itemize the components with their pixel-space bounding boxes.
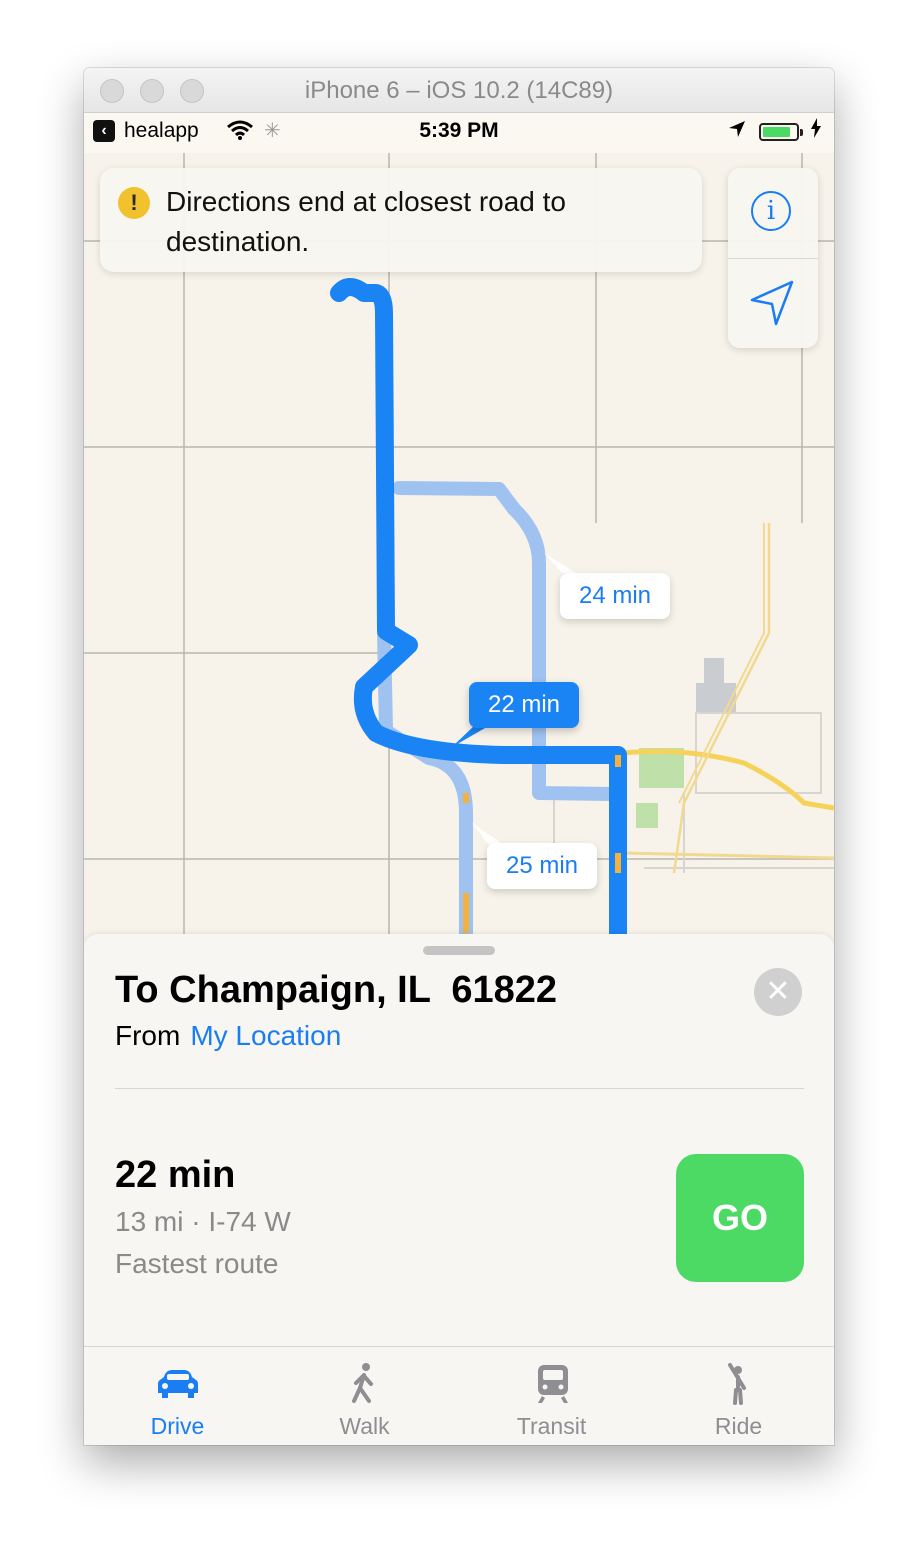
track-location-button[interactable] [728, 258, 818, 348]
sheet-grabber[interactable] [423, 946, 495, 955]
tab-walk-label: Walk [339, 1413, 390, 1439]
map-canvas [84, 153, 834, 1033]
location-arrow-icon [750, 280, 794, 326]
destination-title: To Champaign, IL 61822 [115, 969, 558, 1011]
route-callout-25min[interactable]: 25 min [487, 843, 597, 889]
tab-drive-label: Drive [150, 1413, 205, 1439]
route-callout-24min[interactable]: 24 min [560, 573, 670, 619]
simulator-window: iPhone 6 – iOS 10.2 (14C89) ‹ healapp ✳ … [84, 68, 834, 1445]
tab-transit-label: Transit [516, 1413, 587, 1439]
ride-hail-icon [645, 1359, 832, 1405]
tab-transit[interactable]: Transit [458, 1347, 645, 1445]
route-distance-highway: 13 mi · I-74 W [115, 1206, 291, 1237]
route-duration: 22 min [115, 1154, 236, 1196]
warning-message: Directions end at closest road to destin… [166, 186, 566, 257]
route-callout-22min[interactable]: 22 min [469, 682, 579, 728]
directions-warning-banner: ! Directions end at closest road to dest… [100, 168, 702, 272]
status-time: 5:39 PM [419, 119, 499, 142]
map-controls: i [728, 168, 818, 348]
from-label: From [115, 1020, 181, 1051]
warning-icon: ! [118, 187, 150, 219]
tab-ride-label: Ride [714, 1413, 763, 1439]
tab-drive[interactable]: Drive [84, 1347, 271, 1445]
battery-icon [759, 123, 803, 141]
tab-walk[interactable]: Walk [271, 1347, 458, 1445]
origin-link[interactable]: My Location [190, 1020, 341, 1051]
car-icon [84, 1359, 271, 1405]
info-icon: i [751, 191, 791, 231]
origin-line: From My Location [115, 1020, 341, 1052]
window-titlebar: iPhone 6 – iOS 10.2 (14C89) [84, 68, 834, 113]
location-services-icon [727, 119, 747, 145]
tab-ride[interactable]: Ride [645, 1347, 832, 1445]
divider [115, 1088, 804, 1089]
walk-icon [271, 1359, 458, 1405]
go-button[interactable]: GO [676, 1154, 804, 1282]
transport-mode-tabbar: Drive Walk Transit Ride [84, 1346, 834, 1445]
map-info-button[interactable]: i [728, 168, 818, 258]
route-note: Fastest route [115, 1248, 279, 1279]
train-icon [458, 1359, 645, 1405]
charging-bolt-icon [810, 118, 822, 144]
status-bar: ‹ healapp ✳ 5:39 PM [84, 113, 834, 153]
map-view[interactable]: 24 min 22 min 25 min [84, 153, 834, 1033]
close-directions-button[interactable]: ✕ [754, 968, 802, 1016]
window-title: iPhone 6 – iOS 10.2 (14C89) [304, 77, 614, 104]
